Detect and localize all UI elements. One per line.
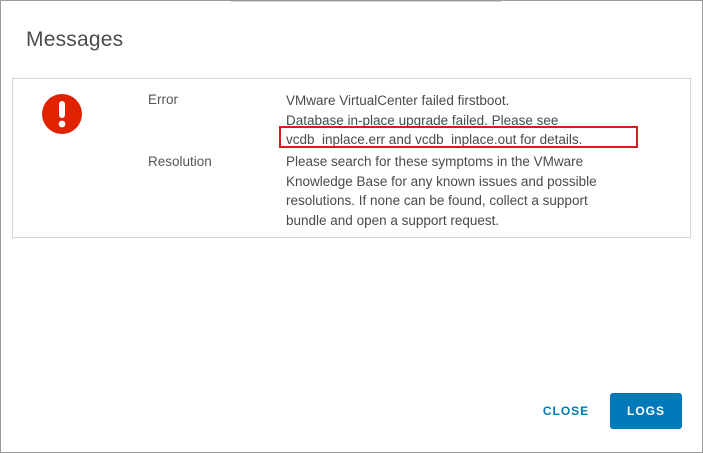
logs-button[interactable]: LOGS: [610, 393, 682, 429]
close-button[interactable]: CLOSE: [534, 393, 598, 429]
top-edge-line: [231, 1, 501, 2]
error-label: Error: [148, 92, 178, 107]
highlight-box: [279, 126, 638, 148]
messages-dialog: Messages Error VMware VirtualCenter fail…: [0, 0, 703, 453]
resolution-message: Please search for these symptoms in the …: [286, 152, 597, 230]
error-exclamation-icon: [42, 94, 82, 134]
resolution-line-2: Knowledge Base for any known issues and …: [286, 173, 597, 189]
resolution-line-4: bundle and open a support request.: [286, 212, 500, 228]
resolution-line-1: Please search for these symptoms in the …: [286, 154, 584, 169]
dialog-title: Messages: [26, 28, 124, 51]
resolution-line-3: resolutions. If none can be found, colle…: [286, 193, 588, 208]
error-line-1: VMware VirtualCenter failed firstboot.: [286, 93, 510, 108]
resolution-label: Resolution: [148, 154, 212, 169]
